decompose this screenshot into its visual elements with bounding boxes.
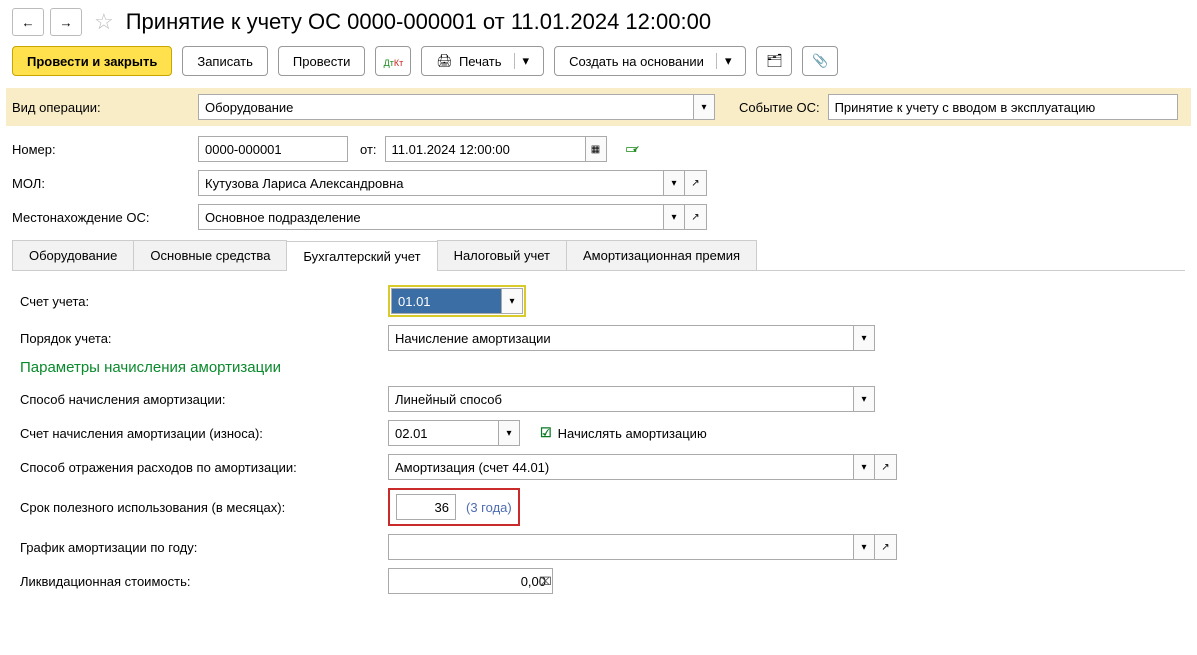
tab-fixed-assets[interactable]: Основные средства [133, 240, 287, 270]
schedule-open[interactable]: ↗ [875, 534, 897, 560]
location-label: Местонахождение ОС: [12, 210, 190, 225]
tab-equipment[interactable]: Оборудование [12, 240, 134, 270]
chevron-down-icon: ▾ [514, 53, 530, 69]
page-title: Принятие к учету ОС 0000-000001 от 11.01… [126, 9, 711, 35]
calendar-icon: ▦ [591, 144, 600, 155]
location-dropdown[interactable]: ▾ [663, 204, 685, 230]
favorite-star-icon[interactable]: ☆ [94, 9, 114, 35]
location-input[interactable] [198, 204, 663, 230]
charge-checkbox[interactable]: ☑ [540, 425, 552, 441]
expense-input[interactable] [388, 454, 853, 480]
account-label: Счет учета: [20, 294, 380, 309]
amort-account-dropdown[interactable]: ▾ [498, 420, 520, 446]
salvage-input[interactable] [388, 568, 553, 594]
print-button[interactable]: 🖨 Печать ▾ [421, 46, 544, 76]
life-input[interactable] [396, 494, 456, 520]
submit-button[interactable]: Провести [278, 46, 366, 76]
forward-button[interactable]: → [50, 8, 82, 36]
operation-type-label: Вид операции: [12, 100, 190, 115]
charge-checkbox-label: Начислять амортизацию [558, 426, 707, 441]
chevron-down-icon: ▾ [716, 53, 732, 69]
tab-tax[interactable]: Налоговый учет [437, 240, 567, 270]
order-input[interactable] [388, 325, 853, 351]
amort-account-label: Счет начисления амортизации (износа): [20, 426, 380, 441]
dtkt-button[interactable]: ДтКт [375, 46, 411, 76]
event-label: Событие ОС: [739, 100, 820, 115]
amort-account-input[interactable] [388, 420, 498, 446]
schedule-input[interactable] [388, 534, 853, 560]
operation-type-input[interactable] [198, 94, 693, 120]
schedule-dropdown[interactable]: ▾ [853, 534, 875, 560]
account-input[interactable] [391, 288, 501, 314]
dtkt-icon: ДтКт [384, 54, 404, 69]
account-dropdown[interactable]: ▾ [501, 288, 523, 314]
tab-amort-premium[interactable]: Амортизационная премия [566, 240, 757, 270]
method-label: Способ начисления амортизации: [20, 392, 380, 407]
number-label: Номер: [12, 142, 190, 157]
paperclip-icon: 📎 [812, 53, 828, 69]
location-open[interactable]: ↗ [685, 204, 707, 230]
tab-accounting[interactable]: Бухгалтерский учет [286, 241, 437, 271]
life-label: Срок полезного использования (в месяцах)… [20, 500, 380, 515]
schedule-label: График амортизации по году: [20, 540, 380, 555]
attach-button[interactable]: 📎 [802, 46, 838, 76]
amort-params-header: Параметры начисления амортизации [20, 359, 1177, 376]
submit-close-button[interactable]: Провести и закрыть [12, 46, 172, 76]
expense-open[interactable]: ↗ [875, 454, 897, 480]
mol-input[interactable] [198, 170, 663, 196]
expense-dropdown[interactable]: ▾ [853, 454, 875, 480]
date-picker-button[interactable]: ▦ [585, 136, 607, 162]
posted-icon: ▭✔ [623, 139, 643, 159]
method-dropdown[interactable]: ▾ [853, 386, 875, 412]
create-based-button[interactable]: Создать на основании ▾ [554, 46, 746, 76]
number-input[interactable] [198, 136, 348, 162]
printer-icon: 🖨 [436, 53, 453, 69]
mol-dropdown[interactable]: ▾ [663, 170, 685, 196]
save-button[interactable]: Записать [182, 46, 268, 76]
structure-icon: 🗂 [766, 53, 783, 69]
order-dropdown[interactable]: ▾ [853, 325, 875, 351]
operation-type-dropdown[interactable]: ▾ [693, 94, 715, 120]
expense-label: Способ отражения расходов по амортизации… [20, 460, 380, 475]
structure-button[interactable]: 🗂 [756, 46, 792, 76]
method-input[interactable] [388, 386, 853, 412]
date-input[interactable] [385, 136, 585, 162]
mol-open[interactable]: ↗ [685, 170, 707, 196]
from-label: от: [360, 142, 377, 157]
order-label: Порядок учета: [20, 331, 380, 346]
event-input[interactable] [828, 94, 1178, 120]
back-button[interactable]: ← [12, 8, 44, 36]
salvage-label: Ликвидационная стоимость: [20, 574, 380, 589]
calculator-icon[interactable]: ⌧ [539, 575, 552, 588]
life-hint: (3 года) [466, 500, 512, 515]
mol-label: МОЛ: [12, 176, 190, 191]
